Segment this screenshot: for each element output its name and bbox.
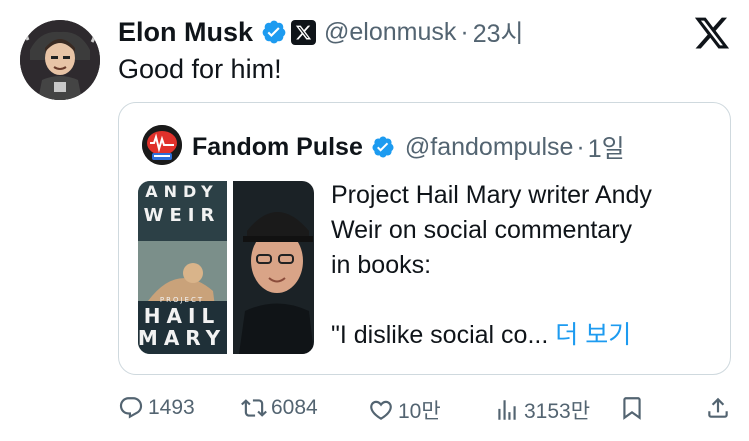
author-handle[interactable]: @elonmusk xyxy=(324,18,456,47)
quoted-tweet[interactable]: Fandom Pulse @fandompulse · 1일 ANDY WEIR… xyxy=(118,102,731,375)
x-logo-icon[interactable] xyxy=(693,14,731,52)
separator-dot: · xyxy=(460,17,469,46)
book-cover-image: ANDY WEIR PROJECT HAIL MARY xyxy=(138,181,227,354)
quote-text-line: Weir on social commentary xyxy=(331,216,633,244)
author-name[interactable]: Elon Musk xyxy=(118,17,253,48)
cover-title-hail: HAIL xyxy=(144,304,220,328)
quote-text-line: in books: xyxy=(331,251,432,279)
tweet-time[interactable]: 23시 xyxy=(473,14,524,50)
quote-author-name[interactable]: Fandom Pulse xyxy=(192,133,363,162)
verified-icon[interactable] xyxy=(371,135,395,159)
reply-button[interactable]: 1493 xyxy=(118,395,195,421)
share-icon xyxy=(708,397,728,418)
quote-media[interactable]: ANDY WEIR PROJECT HAIL MARY xyxy=(138,181,314,354)
reply-count: 1493 xyxy=(148,396,195,419)
cover-author-first: ANDY xyxy=(145,182,218,201)
views-icon xyxy=(498,400,516,420)
share-button[interactable] xyxy=(705,395,735,421)
verified-icon[interactable] xyxy=(261,19,287,45)
quote-author-avatar[interactable] xyxy=(142,125,182,165)
show-more-link[interactable]: 더 보기 xyxy=(555,321,631,349)
separator-dot: · xyxy=(576,132,585,161)
repost-button[interactable]: 6084 xyxy=(241,395,318,421)
action-bar: 1493 6084 10만 3153만 xyxy=(118,395,733,427)
quote-header: Fandom Pulse @fandompulse · 1일 xyxy=(192,129,625,165)
like-icon xyxy=(370,400,392,420)
repost-count: 6084 xyxy=(271,396,318,419)
like-count: 10만 xyxy=(398,400,441,423)
views-count: 3153만 xyxy=(524,400,591,423)
quote-text: Project Hail Mary writer Andy Weir on so… xyxy=(331,178,723,353)
author-photo xyxy=(233,181,314,354)
bookmark-icon xyxy=(623,397,641,420)
quote-text-truncated: "I dislike social co... xyxy=(331,321,549,349)
x-badge-icon[interactable] xyxy=(291,19,317,45)
tweet-text: Good for him! xyxy=(118,54,282,84)
repost-icon xyxy=(241,399,267,417)
reply-icon xyxy=(119,397,143,419)
like-button[interactable]: 10만 xyxy=(368,395,441,425)
quote-author-handle[interactable]: @fandompulse xyxy=(405,133,574,162)
quote-text-line: Project Hail Mary writer Andy xyxy=(331,181,652,209)
cover-title-mary: MARY xyxy=(138,326,226,350)
cover-title-project: PROJECT xyxy=(160,296,204,304)
views-button[interactable]: 3153만 xyxy=(494,395,590,425)
quote-text-line: "I dislike social co... 더 보기 xyxy=(331,318,723,353)
bookmark-button[interactable] xyxy=(619,395,649,421)
tweet-header: Elon Musk @elonmusk · 23시 xyxy=(118,14,524,50)
author-avatar[interactable] xyxy=(20,20,100,100)
cover-author-last: WEIR xyxy=(144,205,221,226)
quote-time[interactable]: 1일 xyxy=(588,129,625,165)
